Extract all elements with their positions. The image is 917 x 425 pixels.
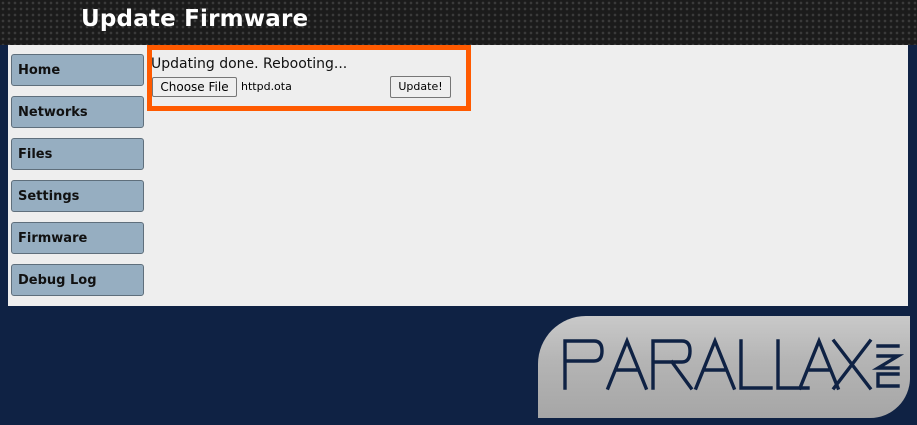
selected-file-name: httpd.ota	[241, 80, 292, 93]
update-button[interactable]: Update!	[390, 76, 451, 98]
nav-item-firmware[interactable]: Firmware	[11, 222, 144, 254]
update-status-text: Updating done. Rebooting...	[151, 56, 348, 72]
choose-file-button[interactable]: Choose File	[152, 77, 237, 97]
nav-item-debug-log[interactable]: Debug Log	[11, 264, 144, 296]
nav-item-home[interactable]: Home	[11, 54, 144, 86]
nav-item-settings[interactable]: Settings	[11, 180, 144, 212]
nav-item-networks[interactable]: Networks	[11, 96, 144, 128]
parallax-logo-icon	[563, 336, 905, 391]
nav-item-files[interactable]: Files	[11, 138, 144, 170]
page-title: Update Firmware	[81, 6, 309, 32]
main-panel: Home Networks Files Settings Firmware De…	[8, 45, 908, 306]
page-header: Update Firmware	[0, 0, 917, 45]
parallax-logo	[538, 316, 910, 418]
